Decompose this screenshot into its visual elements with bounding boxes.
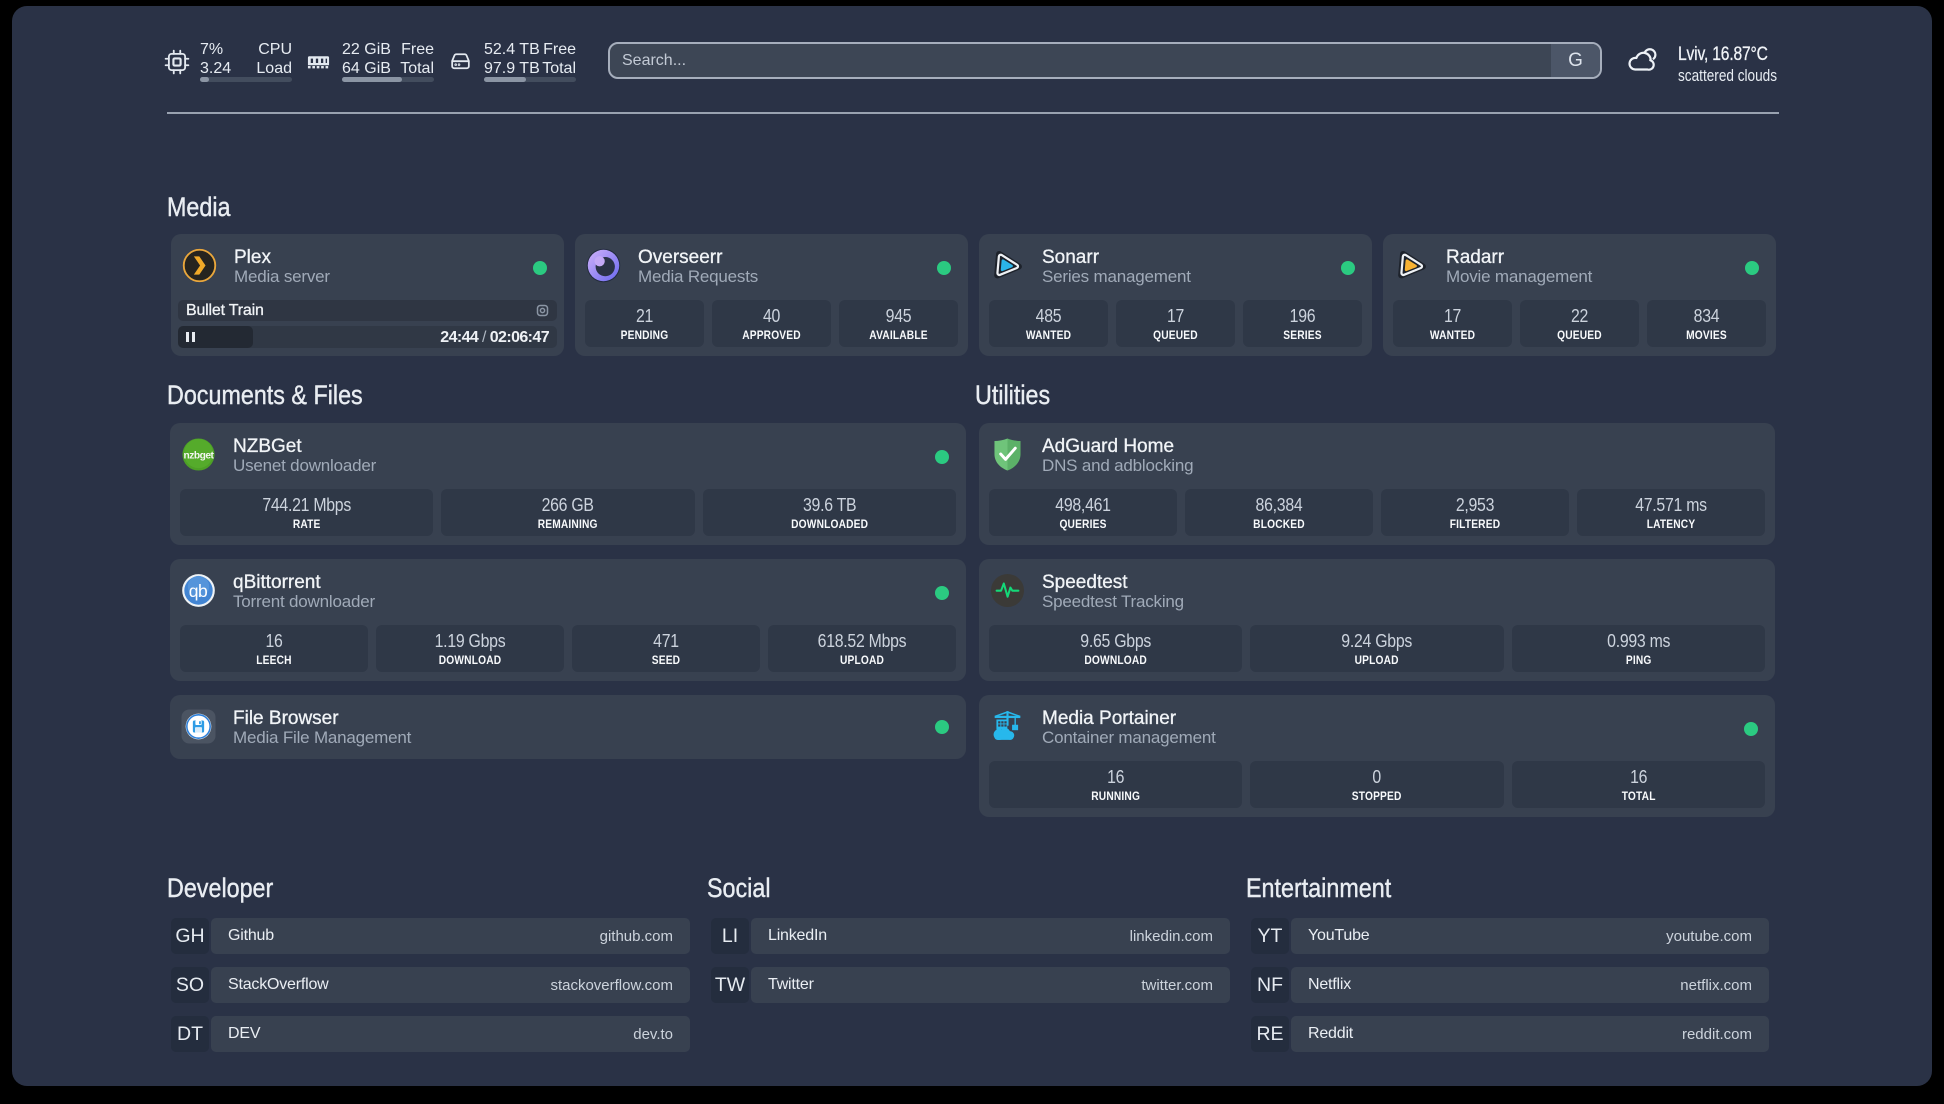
svg-text:qb: qb — [189, 581, 208, 601]
svg-text:nzbget: nzbget — [184, 450, 215, 461]
